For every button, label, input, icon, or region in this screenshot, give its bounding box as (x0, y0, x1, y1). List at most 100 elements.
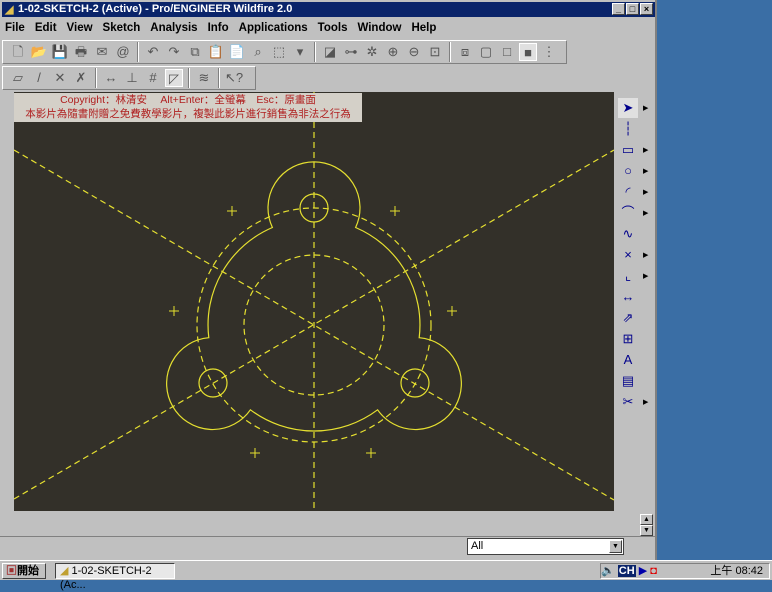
weak-dim-icon[interactable]: ⊥ (123, 69, 141, 87)
menu-tools[interactable]: Tools (317, 20, 349, 36)
flyout-arrow-icon[interactable]: ▶ (643, 209, 648, 217)
spline-icon[interactable]: ∿ (618, 224, 638, 244)
main-toolbar: 🗋 📂 💾 🖶 ✉ @ ↶ ↷ ⧉ 📋 📄 ⌕ ⬚ ▾ ◪ ⊶ ✲ ⊕ ⊖ ⊡ ⧈ ▢ □ ■ ⋮ (2, 40, 567, 64)
zoom-in-icon[interactable]: ⊕ (384, 43, 402, 61)
trim-icon[interactable]: ✂ (618, 392, 638, 412)
coordinate-system-icon[interactable]: ⌞ (618, 266, 638, 286)
hidden-line-icon[interactable]: ▢ (477, 43, 495, 61)
vertex-icon[interactable]: ◸ (165, 69, 183, 87)
copyright-notice: Copyright：林清安 Alt+Enter：全螢幕 Esc：原畫面 本影片為… (14, 93, 362, 122)
send-icon[interactable]: ✉ (93, 43, 111, 61)
text-icon[interactable]: A (618, 350, 638, 370)
grid-icon[interactable]: # (144, 69, 162, 87)
paste-icon[interactable]: 📋 (207, 43, 225, 61)
flyout-arrow-icon[interactable]: ▶ (643, 251, 648, 259)
minimize-button[interactable]: _ (612, 3, 625, 15)
sketch-canvas[interactable] (13, 92, 615, 511)
select-icon[interactable]: ➤ (618, 98, 638, 118)
intent-manager-icon[interactable]: ≋ (195, 69, 213, 87)
copy-icon[interactable]: ⧉ (186, 43, 204, 61)
palette-icon[interactable]: ▤ (618, 371, 638, 391)
flyout-arrow-icon[interactable]: ▶ (643, 398, 648, 406)
title-bar: ◢ 1-02-SKETCH-2 (Active) - Pro/ENGINEER … (2, 2, 655, 17)
dim-display-icon[interactable]: ↔ (102, 69, 120, 87)
menu-view[interactable]: View (66, 20, 94, 36)
proe-task-icon: ◢ (60, 565, 69, 577)
menu-analysis[interactable]: Analysis (149, 20, 198, 36)
toolbar-separator (314, 42, 316, 62)
toggle-vertex-icon[interactable]: ✗ (72, 69, 90, 87)
chevron-down-icon[interactable]: ▼ (609, 540, 622, 553)
paste-special-icon[interactable]: 📄 (228, 43, 246, 61)
toggle-dim-icon[interactable]: ▱ (9, 69, 27, 87)
start-label: 開始 (17, 565, 39, 577)
scroll-down-button[interactable]: ▼ (640, 525, 653, 536)
construction-point (390, 206, 400, 216)
zoom-out-icon[interactable]: ⊖ (405, 43, 423, 61)
selection-filter[interactable]: All ▼ (467, 538, 624, 555)
dimension-icon[interactable]: ↔ (618, 287, 638, 307)
fillet-icon[interactable]: ⌒ (618, 203, 638, 223)
system-tray: 🔈 CH ▶ ◘ 上午 08:42 (600, 563, 770, 579)
flyout-arrow-icon[interactable]: ▶ (643, 146, 648, 154)
email-icon[interactable]: @ (114, 43, 132, 61)
undo-icon[interactable]: ↶ (144, 43, 162, 61)
flyout-arrow-icon[interactable]: ▶ (643, 104, 648, 112)
point-icon[interactable]: × (618, 245, 638, 265)
taskbar-task-proe[interactable]: ◢ 1-02-SKETCH-2 (Ac... (55, 563, 175, 591)
whats-this-icon[interactable]: ↖? (225, 69, 243, 87)
menu-edit[interactable]: Edit (34, 20, 58, 36)
toggle-grid-icon[interactable]: ✕ (51, 69, 69, 87)
toggle-constraint-icon[interactable]: / (30, 69, 48, 87)
new-icon[interactable]: 🗋 (9, 43, 27, 61)
network-icon[interactable]: ▶ (639, 565, 647, 577)
flyout-arrow-icon[interactable]: ▶ (643, 272, 648, 280)
sketch-setup-icon[interactable]: ◪ (321, 43, 339, 61)
scroll-up-button[interactable]: ▲ (640, 514, 653, 525)
proe-logo-icon: ◢ (5, 4, 14, 16)
circle-icon[interactable]: ○ (618, 161, 638, 181)
spin-center-icon[interactable]: ✲ (363, 43, 381, 61)
windows-logo-icon: ▣ (6, 565, 17, 577)
flyout-arrow-icon[interactable]: ▶ (643, 188, 648, 196)
taskbar: ▣開始 ◢ 1-02-SKETCH-2 (Ac... 🔈 CH ▶ ◘ 上午 0… (0, 560, 772, 591)
menu-sketch[interactable]: Sketch (102, 20, 142, 36)
wireframe-icon[interactable]: ⧈ (456, 43, 474, 61)
sketch-drawing (13, 92, 615, 511)
volume-icon[interactable]: 🔈 (601, 565, 615, 577)
rectangle-icon[interactable]: ▭ (618, 140, 638, 160)
select-box-icon[interactable]: ⬚ (270, 43, 288, 61)
menu-file[interactable]: File (4, 20, 26, 36)
close-button[interactable]: × (640, 3, 653, 15)
modify-icon[interactable]: ⇗ (618, 308, 638, 328)
menu-window[interactable]: Window (356, 20, 402, 36)
menu-info[interactable]: Info (207, 20, 230, 36)
flyout-arrow-icon[interactable]: ▶ (643, 167, 648, 175)
construction-point (169, 306, 179, 316)
menu-applications[interactable]: Applications (238, 20, 309, 36)
toolbar-separator (188, 68, 190, 88)
dropdown-icon[interactable]: ▾ (291, 43, 309, 61)
menu-help[interactable]: Help (410, 20, 437, 36)
maximize-button[interactable]: □ (626, 3, 639, 15)
datum-display-icon[interactable]: ⊶ (342, 43, 360, 61)
shading-icon[interactable]: ■ (519, 43, 537, 61)
proe-window: ◢ 1-02-SKETCH-2 (Active) - Pro/ENGINEER … (0, 0, 657, 560)
centerline-icon[interactable]: ┆ (618, 119, 638, 139)
print-icon[interactable]: 🖶 (72, 43, 90, 61)
redo-icon[interactable]: ↷ (165, 43, 183, 61)
model-tree-icon[interactable]: ⋮ (540, 43, 558, 61)
find-icon[interactable]: ⌕ (249, 43, 267, 61)
construction-point (227, 206, 237, 216)
refit-icon[interactable]: ⊡ (426, 43, 444, 61)
no-hidden-icon[interactable]: □ (498, 43, 516, 61)
task-label: 1-02-SKETCH-2 (Ac... (60, 565, 152, 591)
start-button[interactable]: ▣開始 (2, 563, 46, 579)
ime-indicator[interactable]: CH (617, 565, 636, 577)
construction-point (366, 448, 376, 458)
antivirus-icon[interactable]: ◘ (650, 565, 657, 577)
arc-icon[interactable]: ◜ (618, 182, 638, 202)
open-icon[interactable]: 📂 (30, 43, 48, 61)
save-icon[interactable]: 💾 (51, 43, 69, 61)
constraints-icon[interactable]: ⊞ (618, 329, 638, 349)
